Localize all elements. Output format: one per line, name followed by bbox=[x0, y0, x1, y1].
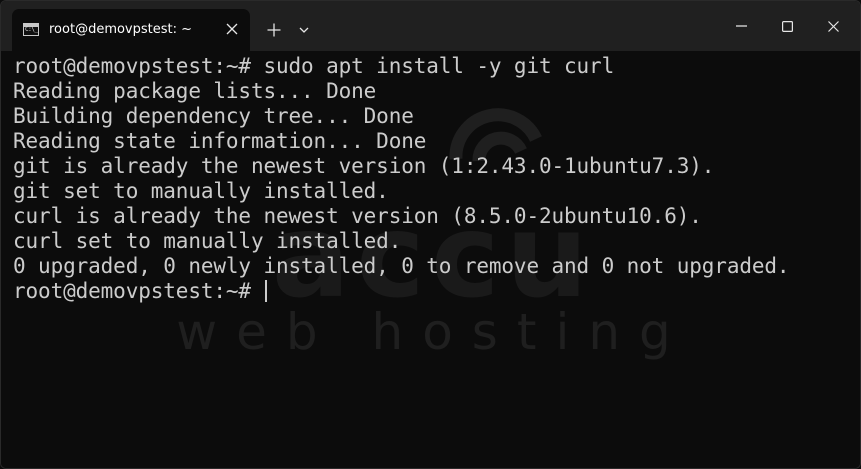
tab-dropdown-button[interactable] bbox=[291, 15, 317, 45]
chevron-down-icon bbox=[299, 27, 309, 33]
close-icon bbox=[827, 20, 839, 32]
plus-icon bbox=[267, 23, 281, 37]
terminal-window: C:\_ root@demovpstest: ~ accu web hostin… bbox=[0, 0, 861, 469]
prompt-line[interactable]: root@demovpstest:~# bbox=[13, 279, 789, 304]
new-tab-button[interactable] bbox=[259, 15, 289, 45]
minimize-button[interactable] bbox=[718, 1, 764, 51]
terminal-line: 0 upgraded, 0 newly installed, 0 to remo… bbox=[13, 254, 790, 278]
terminal-icon: C:\_ bbox=[23, 23, 39, 36]
terminal-line: Reading state information... Done bbox=[13, 129, 427, 153]
title-bar[interactable]: C:\_ root@demovpstest: ~ bbox=[1, 1, 860, 51]
terminal-line: git set to manually installed. bbox=[13, 179, 389, 203]
maximize-button[interactable] bbox=[764, 1, 810, 51]
terminal-line: Reading package lists... Done bbox=[13, 79, 377, 103]
minimize-icon bbox=[735, 25, 747, 27]
terminal-line: Building dependency tree... Done bbox=[13, 104, 414, 128]
close-icon bbox=[226, 23, 238, 35]
terminal-line: root@demovpstest:~# sudo apt install -y … bbox=[13, 54, 615, 78]
close-window-button[interactable] bbox=[810, 1, 856, 51]
tab-terminal[interactable]: C:\_ root@demovpstest: ~ bbox=[12, 9, 250, 51]
maximize-icon bbox=[781, 20, 793, 32]
tab-close-button[interactable] bbox=[220, 17, 244, 41]
terminal-line: git is already the newest version (1:2.4… bbox=[13, 154, 715, 178]
shell-prompt: root@demovpstest:~# bbox=[13, 279, 264, 303]
terminal-line: curl is already the newest version (8.5.… bbox=[13, 204, 702, 228]
watermark-tagline: web hosting bbox=[176, 303, 690, 361]
terminal-output[interactable]: accu web hosting root@demovpstest:~# sud… bbox=[1, 51, 860, 468]
text-cursor bbox=[265, 280, 268, 302]
terminal-line: curl set to manually installed. bbox=[13, 229, 402, 253]
terminal-lines: root@demovpstest:~# sudo apt install -y … bbox=[13, 54, 790, 304]
tab-title: root@demovpstest: ~ bbox=[49, 22, 193, 37]
